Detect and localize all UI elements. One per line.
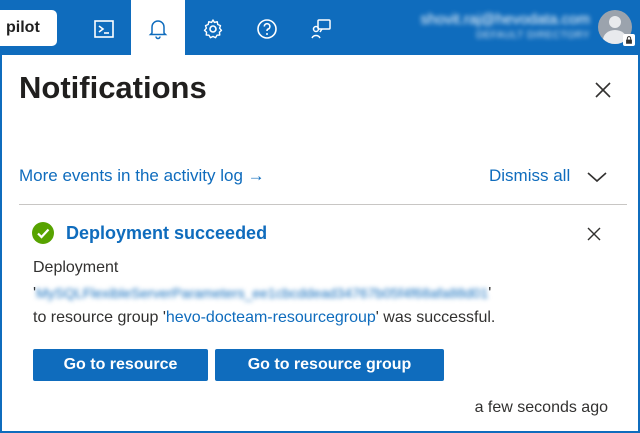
notification-header: Deployment succeeded [32, 222, 267, 244]
feedback-icon[interactable] [294, 2, 348, 55]
message-suffix: was successful. [383, 309, 496, 326]
account-directory: DEFAULT DIRECTORY [476, 30, 590, 41]
go-to-resource-button[interactable]: Go to resource [33, 349, 208, 381]
copilot-button[interactable]: pilot [0, 10, 57, 46]
notification-title[interactable]: Deployment succeeded [66, 223, 267, 244]
gear-icon[interactable] [186, 2, 240, 55]
dismiss-all-button[interactable]: Dismiss all [489, 166, 570, 186]
success-check-icon [32, 222, 54, 244]
close-notification-icon[interactable] [586, 226, 602, 242]
divider [19, 204, 627, 205]
bell-icon[interactable] [131, 0, 185, 55]
resource-group-link[interactable]: hevo-docteam-resourcegroup [166, 309, 376, 326]
notification-message: Deployment 'MySQLFlexibleServerParameter… [33, 259, 496, 326]
account-email: shovit.raj@hevodata.com [420, 11, 590, 28]
top-navigation-bar: pilot shovit.raj@hevodata.com DEFAULT DI… [0, 0, 640, 55]
go-to-resource-group-button[interactable]: Go to resource group [215, 349, 444, 381]
page-title: Notifications [19, 70, 207, 105]
resource-name-link[interactable]: MySQLFlexibleServerParameters_ee1cbcddea… [36, 285, 488, 301]
activity-log-link[interactable]: More events in the activity log → [19, 166, 265, 186]
account-info[interactable]: shovit.raj@hevodata.com DEFAULT DIRECTOR… [421, 10, 590, 41]
message-mid: to resource group [33, 309, 159, 326]
lock-icon [623, 34, 635, 46]
timestamp: a few seconds ago [474, 399, 608, 416]
message-prefix: Deployment [33, 259, 119, 276]
help-icon[interactable] [240, 2, 294, 55]
close-icon[interactable] [592, 79, 614, 101]
cloud-shell-icon[interactable] [77, 2, 131, 55]
notifications-panel: Notifications More events in the activit… [0, 55, 640, 433]
chevron-down-icon[interactable] [586, 169, 608, 185]
